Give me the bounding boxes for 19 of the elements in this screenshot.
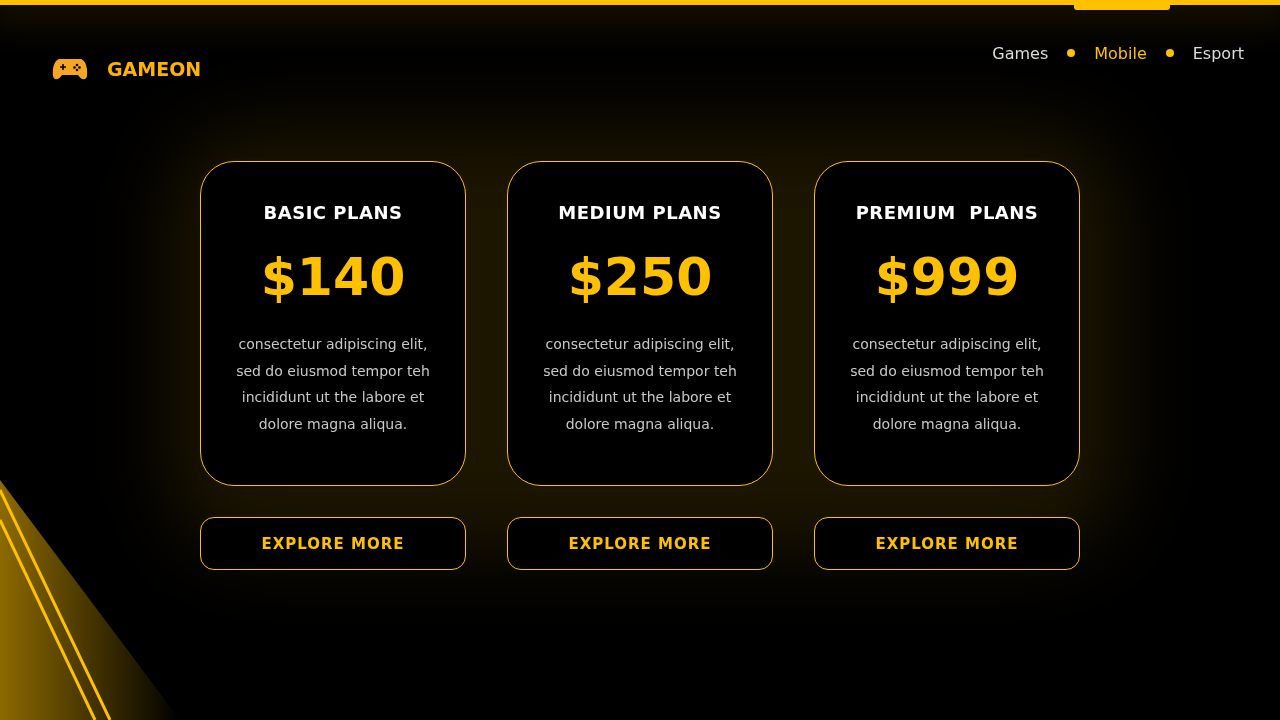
plan-title: MEDIUM PLANS <box>558 202 722 223</box>
plan-description: consectetur adipiscing elit, sed do eiusmod tempor teh incididunt ut the labore et dolore magna aliqua. <box>850 335 1044 434</box>
nav-link[interactable]: Games <box>992 43 1049 63</box>
nav-link[interactable]: Mobile <box>1094 43 1147 63</box>
plan-price: $999 <box>874 247 1020 307</box>
gamepad-icon <box>52 57 88 81</box>
nav-link[interactable]: Esport <box>1192 43 1244 63</box>
plan-price: $140 <box>260 247 406 307</box>
separator-dot-icon <box>1165 49 1174 57</box>
plan-description: consectetur adipiscing elit, sed do eiusmod tempor teh incididunt ut the labore et dolore magna aliqua. <box>543 335 737 434</box>
explore-more-button[interactable]: EXPLORE MORE <box>200 517 466 570</box>
plan-price: $250 <box>567 247 713 307</box>
explore-more-button[interactable]: EXPLORE MORE <box>507 517 773 570</box>
plan-title: PREMIUM PLANS <box>855 202 1039 223</box>
brand-name: GAMEON <box>107 58 202 80</box>
explore-more-button[interactable]: EXPLORE MORE <box>814 517 1080 570</box>
plan-title: BASIC PLANS <box>263 202 403 223</box>
separator-dot-icon <box>1067 49 1076 57</box>
plan-description: consectetur adipiscing elit, sed do eiusmod tempor teh incididunt ut the labore et dolore magna aliqua. <box>236 335 430 434</box>
